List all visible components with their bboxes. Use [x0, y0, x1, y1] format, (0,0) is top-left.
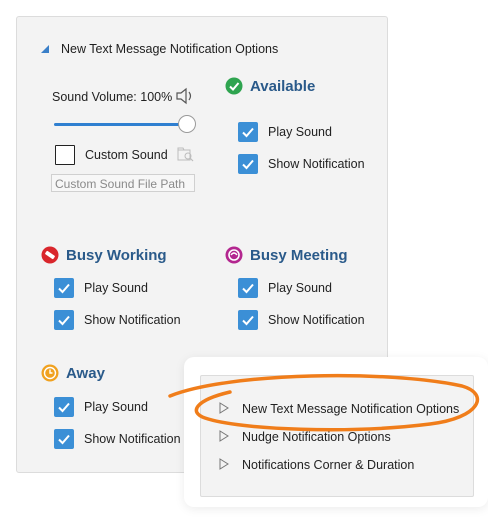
highlight-circle-annotation	[168, 373, 480, 432]
